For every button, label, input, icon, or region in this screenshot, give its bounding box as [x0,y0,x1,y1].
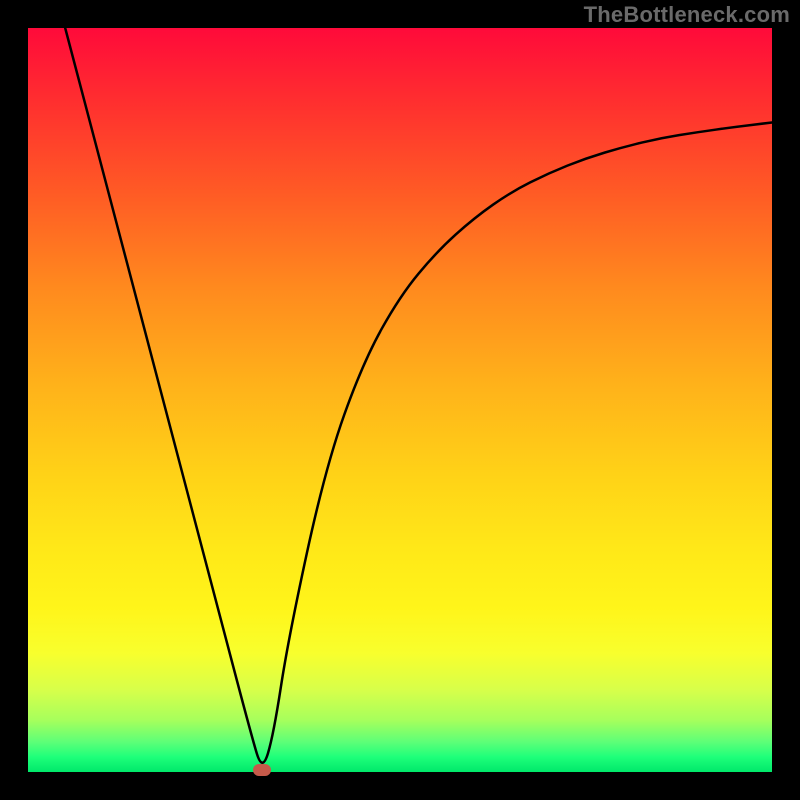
curve-layer [28,28,772,772]
plot-area [28,28,772,772]
bottleneck-curve [65,28,772,763]
minimum-marker [253,764,271,776]
chart-frame: TheBottleneck.com [0,0,800,800]
watermark-text: TheBottleneck.com [584,2,790,28]
